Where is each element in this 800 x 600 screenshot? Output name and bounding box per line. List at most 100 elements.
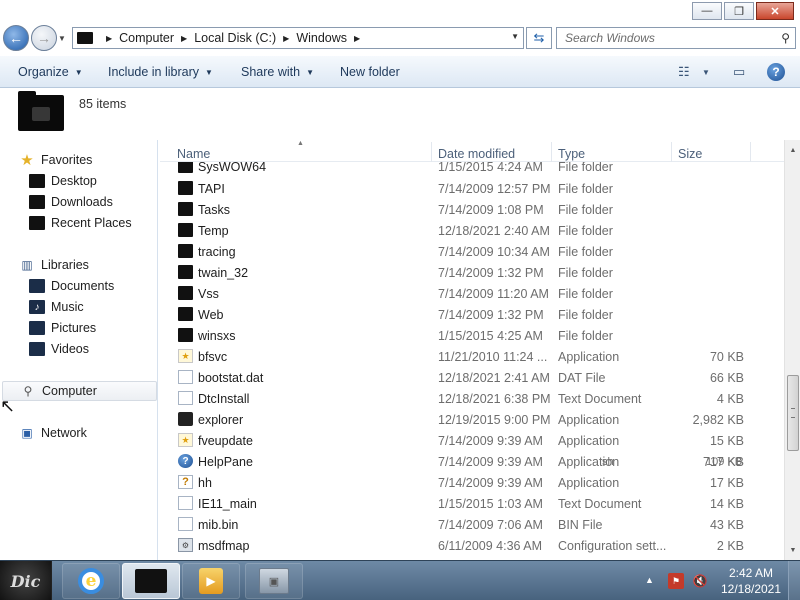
command-bar: Organize ▼ Include in library ▼ Share with… <box>0 56 800 88</box>
chevron-down-icon: ▼ <box>306 67 314 77</box>
chevron-right-icon[interactable]: ▶ <box>354 34 360 43</box>
nav-favorites[interactable]: ★ Favorites <box>19 150 92 170</box>
search-icon[interactable]: ⚲ <box>781 31 790 45</box>
help-icon[interactable]: ? <box>767 63 785 81</box>
vertical-scrollbar[interactable]: ▲ ▼ <box>784 140 800 560</box>
view-dropdown-icon[interactable]: ▼ <box>702 68 710 77</box>
file-row[interactable]: ? hh 7/14/2009 9:39 AM Application 17 KB <box>160 472 784 493</box>
column-divider[interactable] <box>750 142 751 162</box>
file-row[interactable]: twain_32 7/14/2009 1:32 PM File folder <box>160 262 784 283</box>
nav-network[interactable]: ▣ Network <box>19 423 87 443</box>
file-row[interactable]: ? HelpPane 7/14/2009 9:39 AM Application… <box>160 451 784 472</box>
nav-downloads[interactable]: Downloads <box>29 192 113 212</box>
clock[interactable]: 2:42 AM 12/18/2021 <box>716 565 786 597</box>
scroll-down-icon[interactable]: ▼ <box>785 542 800 558</box>
forward-button[interactable]: → <box>31 25 57 51</box>
nav-label: Desktop <box>51 174 97 188</box>
back-button[interactable]: ← <box>3 25 29 51</box>
file-name: hh <box>198 475 212 490</box>
file-size: 43 KB <box>709 517 744 532</box>
file-row[interactable]: Vss 7/14/2009 11:20 AM File folder <box>160 283 784 304</box>
file-icon <box>178 517 193 531</box>
nav-libraries[interactable]: ▥ Libraries <box>19 255 89 275</box>
taskbar-media-player[interactable]: ▶ <box>182 563 240 599</box>
nav-music[interactable]: ♪ Music <box>29 297 84 317</box>
share-with-menu[interactable]: Share with ▼ <box>241 65 314 79</box>
include-in-library-menu[interactable]: Include in library ▼ <box>108 65 213 79</box>
file-row[interactable]: Web 7/14/2009 1:32 PM File folder <box>160 304 784 325</box>
file-type: File folder <box>558 162 613 174</box>
file-name: bfsvc <box>198 349 228 364</box>
details-header: 85 items <box>0 88 800 138</box>
show-hidden-icons-icon[interactable]: ▲ <box>645 575 654 585</box>
file-row[interactable]: bootstat.dat 12/18/2021 2:41 AM DAT File… <box>160 367 784 388</box>
file-row[interactable]: DtcInstall 12/18/2021 6:38 PM Text Docum… <box>160 388 784 409</box>
scroll-up-icon[interactable]: ▲ <box>785 142 800 158</box>
file-row[interactable]: explorer 12/19/2015 9:00 PM Application … <box>160 409 784 430</box>
breadcrumb-windows[interactable]: Windows <box>296 31 347 45</box>
file-name: msdfmap <box>198 538 250 553</box>
file-row[interactable]: Temp 12/18/2021 2:40 AM File folder <box>160 220 784 241</box>
column-divider[interactable] <box>671 142 672 162</box>
nav-documents[interactable]: Documents <box>29 276 114 296</box>
nav-computer[interactable]: ⚲ Computer <box>2 381 157 401</box>
file-type: File folder <box>558 328 613 343</box>
file-date: 1/15/2015 1:03 AM <box>438 496 543 511</box>
file-name: DtcInstall <box>198 391 250 406</box>
nav-label: Videos <box>51 342 89 356</box>
share-with-label: Share with <box>241 65 301 79</box>
search-input[interactable] <box>557 28 767 48</box>
minimize-button[interactable]: — <box>692 2 722 20</box>
column-name[interactable]: Name <box>177 147 210 161</box>
file-row[interactable]: Tasks 7/14/2009 1:08 PM File folder <box>160 199 784 220</box>
close-button[interactable]: ✕ <box>756 2 794 20</box>
file-row[interactable]: ★ bfsvc 11/21/2010 11:24 ... Application… <box>160 346 784 367</box>
file-date: 7/14/2009 12:57 PM <box>438 181 551 196</box>
new-folder-button[interactable]: New folder <box>340 65 400 79</box>
refresh-button[interactable]: ⇆ <box>526 27 552 49</box>
chevron-right-icon[interactable]: ▶ <box>181 34 187 43</box>
start-button[interactable]: Dic <box>0 561 52 600</box>
volume-muted-icon[interactable]: 🔇 <box>692 573 708 589</box>
nav-recent-places[interactable]: Recent Places <box>29 213 132 233</box>
column-type[interactable]: Type <box>558 147 585 161</box>
change-view-icon[interactable]: ☷ <box>678 64 690 80</box>
file-row[interactable]: ★ fveupdate 7/14/2009 9:39 AM Applicatio… <box>160 430 784 451</box>
file-row[interactable]: winsxs 1/15/2015 4:25 AM File folder <box>160 325 784 346</box>
nav-desktop[interactable]: Desktop <box>29 171 97 191</box>
taskbar-app[interactable]: ▣ <box>245 563 303 599</box>
nav-pictures[interactable]: Pictures <box>29 318 96 338</box>
taskbar-windows-explorer[interactable] <box>122 563 180 599</box>
chevron-right-icon[interactable]: ▶ <box>283 34 289 43</box>
folder-icon <box>178 307 193 321</box>
address-bar[interactable]: ▶ Computer ▶ Local Disk (C:) ▶ Windows ▶… <box>72 27 524 49</box>
file-row[interactable]: TAPI 7/14/2009 12:57 PM File folder <box>160 178 784 199</box>
maximize-button[interactable]: ❐ <box>724 2 754 20</box>
file-row[interactable]: SysWOW64 1/15/2015 4:24 AM File folder <box>160 162 784 177</box>
nav-videos[interactable]: Videos <box>29 339 89 359</box>
breadcrumb-computer[interactable]: Computer <box>119 31 174 45</box>
organize-menu[interactable]: Organize ▼ <box>18 65 83 79</box>
address-dropdown-icon[interactable]: ▼ <box>511 32 519 41</box>
chevron-right-icon[interactable]: ▶ <box>106 34 112 43</box>
column-size[interactable]: Size <box>678 147 702 161</box>
show-desktop-button[interactable] <box>788 561 800 600</box>
file-type: Configuration sett... <box>558 538 667 553</box>
breadcrumb-local-disk[interactable]: Local Disk (C:) <box>194 31 276 45</box>
file-type: Application <box>558 412 620 427</box>
file-row[interactable]: ⚙ msdfmap 6/11/2009 4:36 AM Configuratio… <box>160 535 784 556</box>
column-divider[interactable] <box>551 142 552 162</box>
file-row[interactable]: IE11_main 1/15/2015 1:03 AM Text Documen… <box>160 493 784 514</box>
file-row[interactable]: tracing 7/14/2009 10:34 AM File folder <box>160 241 784 262</box>
recent-pages-dropdown-icon[interactable]: ▼ <box>58 34 66 43</box>
clock-date: 12/18/2021 <box>720 582 782 596</box>
folder-icon <box>178 286 193 300</box>
file-row[interactable]: mib.bin 7/14/2009 7:06 AM BIN File 43 KB <box>160 514 784 535</box>
column-date-modified[interactable]: Date modified <box>438 147 515 161</box>
preview-pane-icon[interactable]: ▭ <box>733 64 745 80</box>
column-divider[interactable] <box>431 142 432 162</box>
scrollbar-thumb[interactable] <box>787 375 799 451</box>
pictures-icon <box>29 321 45 335</box>
taskbar-internet-explorer[interactable]: e <box>62 563 120 599</box>
action-center-icon[interactable]: ⚑ <box>668 573 684 589</box>
